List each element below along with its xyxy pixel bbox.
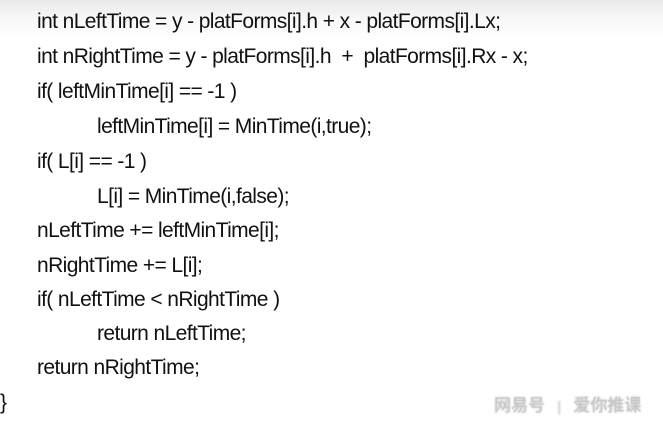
watermark: 网易号 | 爱你推课 xyxy=(494,391,641,416)
code-line: int nRightTime = y - platForms[i].h + pl… xyxy=(37,45,528,68)
watermark-brand: 网易号 xyxy=(494,396,545,416)
code-line: nLeftTime += leftMinTime[i]; xyxy=(37,219,280,242)
code-line: } xyxy=(0,391,7,414)
code-line: if( nLeftTime < nRightTime ) xyxy=(37,288,280,311)
code-line: nRightTime += L[i]; xyxy=(37,254,203,277)
code-line: L[i] = MinTime(i,false); xyxy=(97,185,290,208)
code-line: return nLeftTime; xyxy=(97,322,247,345)
watermark-account: 爱你推课 xyxy=(573,396,642,416)
watermark-separator: | xyxy=(557,400,562,415)
code-line: int nLeftTime = y - platForms[i].h + x -… xyxy=(37,10,501,33)
code-line: if( L[i] == -1 ) xyxy=(37,150,147,173)
code-line: if( leftMinTime[i] == -1 ) xyxy=(37,80,237,103)
code-line: return nRightTime; xyxy=(37,356,200,379)
code-line: leftMinTime[i] = MinTime(i,true); xyxy=(97,115,372,138)
